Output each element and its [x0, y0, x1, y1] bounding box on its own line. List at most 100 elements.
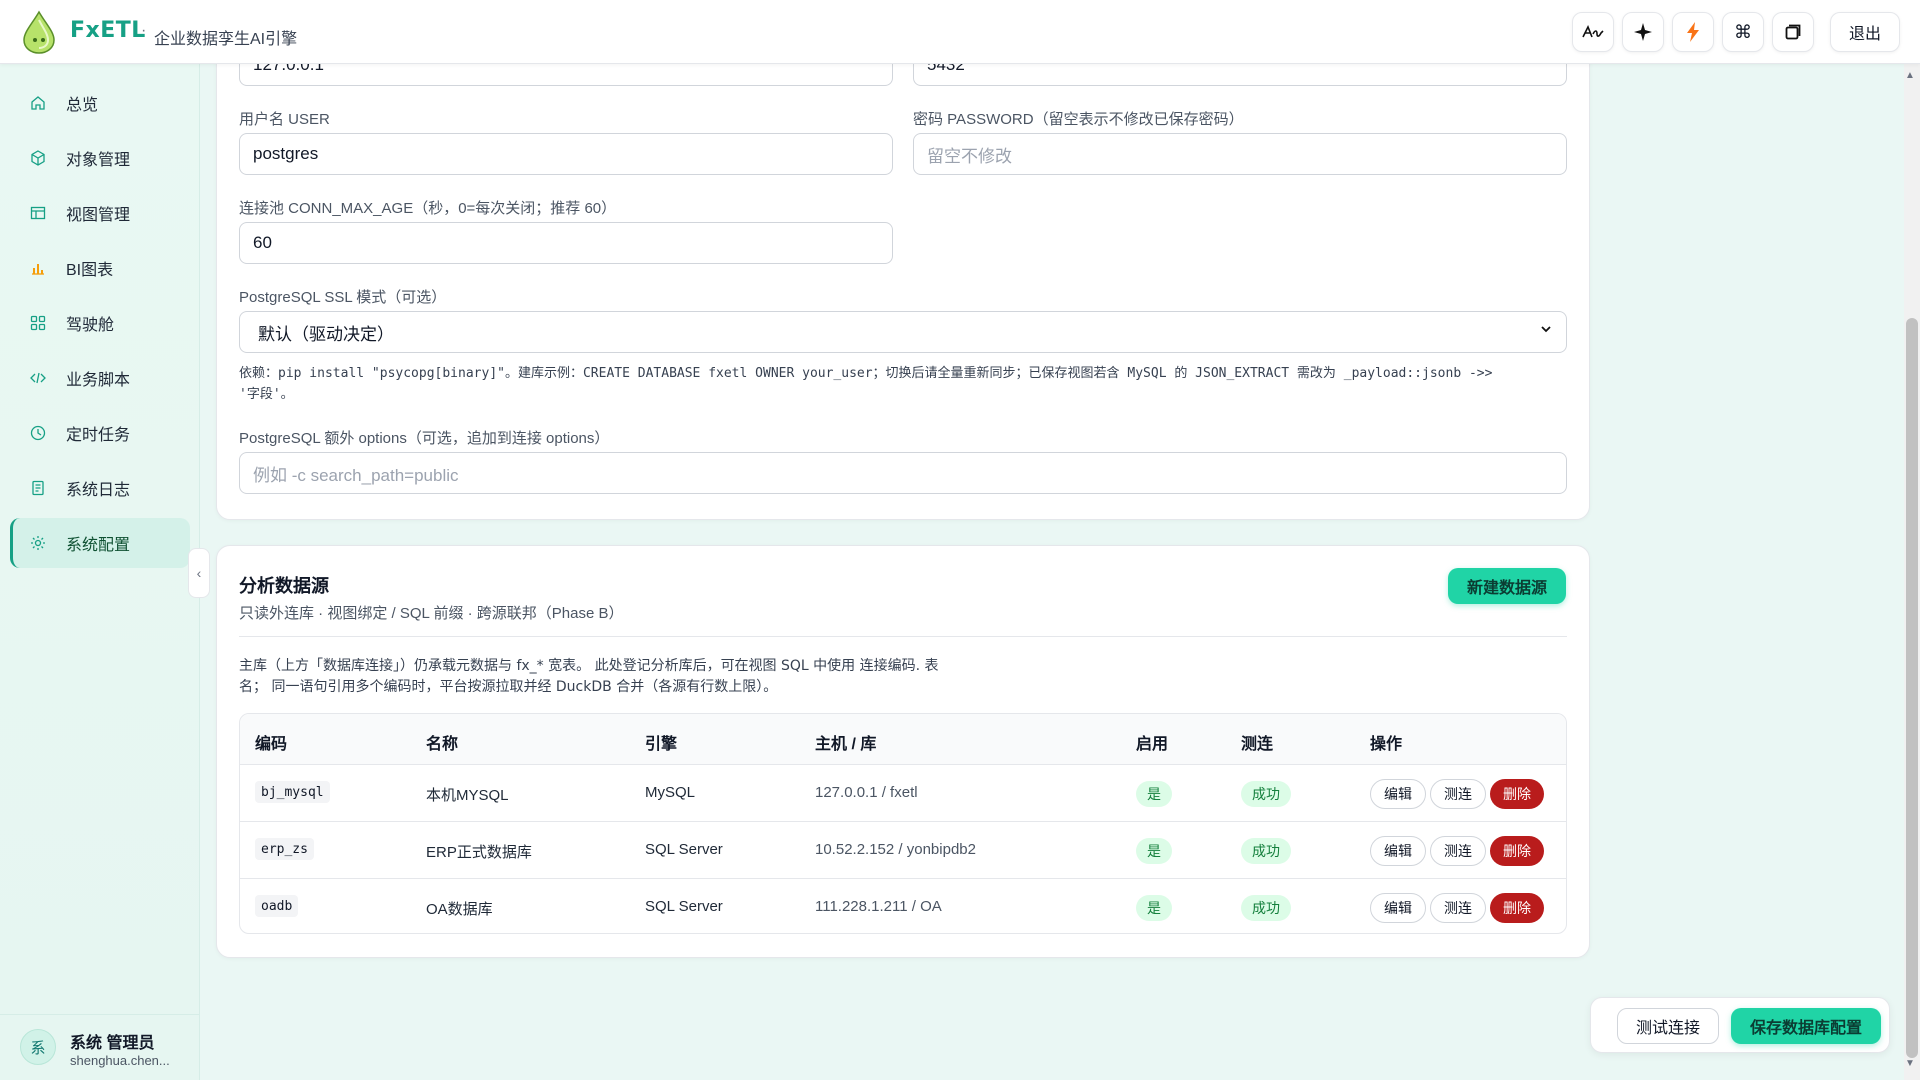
desc-line-1: 主库（上方「数据库连接」）仍承载元数据与 fx_* 宽表。 此处登记分析库后，可… [239, 658, 939, 674]
options-label: PostgreSQL 额外 options（可选，追加到连接 options） [239, 430, 610, 447]
logout-button[interactable]: 退出 [1830, 12, 1900, 52]
sidebar-item-label: 视图管理 [66, 207, 131, 224]
scroll-up-arrow-icon[interactable]: ▲ [1905, 70, 1915, 81]
password-label: 密码 PASSWORD（留空表示不修改已保存密码） [913, 111, 1244, 128]
sidebar-item-objects[interactable]: 对象管理 [10, 133, 190, 183]
ssl-mode-value: 默认（驱动决定） [258, 324, 394, 344]
sidebar-item-label: 对象管理 [66, 152, 131, 169]
test-connection-footer-button[interactable]: 测试连接 [1617, 1008, 1719, 1044]
test-status-badge: 成功 [1241, 895, 1291, 921]
row-code: erp_zs [255, 838, 314, 860]
sidebar-item-system-log[interactable]: 系统日志 [10, 463, 190, 513]
row-code: bj_mysql [255, 781, 330, 803]
test-connection-button[interactable]: 测连 [1430, 779, 1486, 809]
clock-icon [28, 423, 48, 443]
sidebar-item-label: 系统配置 [66, 537, 131, 554]
sidebar-item-scheduled-tasks[interactable]: 定时任务 [10, 408, 190, 458]
sidebar-item-label: 业务脚本 [66, 372, 131, 389]
desc-line-2: 名； 同一语句引用多个编码时，平台按源拉取并经 DuckDB 合并（各源有行数上… [239, 679, 778, 695]
home-icon [28, 93, 48, 113]
table-row: oadb OA数据库 SQL Server 111.228.1.211 / OA… [240, 878, 1566, 933]
user-profile[interactable]: 系 系统 管理员 shenghua.chen... [0, 1014, 200, 1080]
row-host: 127.0.0.1 / fxetl [815, 784, 918, 801]
enabled-badge: 是 [1136, 838, 1172, 864]
sidebar-item-overview[interactable]: 总览 [10, 78, 190, 128]
app-logo [23, 10, 55, 54]
edit-button[interactable]: 编辑 [1370, 836, 1426, 866]
edit-button[interactable]: 编辑 [1370, 779, 1426, 809]
cube-icon [28, 148, 48, 168]
hint-line-1: 依赖：pip install "psycopg[binary]"。建库示例：CR… [239, 366, 1493, 381]
sidebar-item-label: 定时任务 [66, 427, 131, 444]
options-input[interactable]: 例如 -c search_path=public [239, 452, 1567, 494]
window-icon[interactable] [1772, 12, 1814, 52]
code-icon [28, 368, 48, 388]
brand-separator: · [141, 22, 147, 39]
save-db-config-button[interactable]: 保存数据库配置 [1731, 1008, 1881, 1044]
datasources-subtitle: 只读外连库 · 视图绑定 / SQL 前缀 · 跨源联邦（Phase B） [239, 605, 624, 622]
log-icon [28, 478, 48, 498]
user-name: 系统 管理员 [70, 1035, 155, 1052]
gear-icon [28, 533, 48, 553]
scrollbar-thumb[interactable] [1906, 318, 1918, 1058]
footer-action-bar: 测试连接 保存数据库配置 [1590, 997, 1890, 1053]
enabled-badge: 是 [1136, 781, 1172, 807]
col-enabled: 启用 [1136, 736, 1169, 753]
edit-button[interactable]: 编辑 [1370, 893, 1426, 923]
password-input[interactable]: 留空不修改 [913, 133, 1567, 175]
col-engine: 引擎 [645, 736, 678, 753]
bar-chart-icon [28, 258, 48, 278]
sidebar-item-views[interactable]: 视图管理 [10, 188, 190, 238]
row-name: 本机MYSQL [426, 787, 509, 804]
collapse-sidebar-icon[interactable]: ‹ [188, 548, 210, 598]
section-divider [239, 636, 1567, 637]
delete-button[interactable]: 删除 [1490, 779, 1544, 809]
sidebar-item-label: BI图表 [66, 262, 114, 279]
command-icon[interactable]: ⌘ [1722, 12, 1764, 52]
chevron-down-icon [1540, 323, 1552, 338]
row-code: oadb [255, 895, 299, 917]
hint-line-2: '字段'。 [239, 387, 294, 402]
sidebar-item-system-config[interactable]: 系统配置 [10, 518, 190, 568]
test-connection-button[interactable]: 测连 [1430, 893, 1486, 923]
col-host: 主机 / 库 [815, 736, 877, 753]
scroll-down-arrow-icon[interactable]: ▼ [1905, 1058, 1915, 1069]
user-label: 用户名 USER [239, 111, 330, 128]
top-header: FxETL · 企业数据孪生AI引擎 ⌘ 退出 [0, 0, 1920, 64]
conn-max-age-label: 连接池 CONN_MAX_AGE（秒，0=每次关闭；推荐 60） [239, 200, 617, 217]
table-row: erp_zs ERP正式数据库 SQL Server 10.52.2.152 /… [240, 821, 1566, 878]
col-actions: 操作 [1370, 736, 1403, 753]
sidebar-item-scripts[interactable]: 业务脚本 [10, 353, 190, 403]
col-name: 名称 [426, 736, 459, 753]
col-code: 编码 [255, 736, 288, 753]
row-host: 111.228.1.211 / OA [815, 898, 942, 915]
brand-name: FxETL [70, 18, 146, 43]
sidebar-item-bi-charts[interactable]: BI图表 [10, 243, 190, 293]
dependency-hint: 依赖：pip install "psycopg[binary]"。建库示例：CR… [239, 363, 1569, 405]
delete-button[interactable]: 删除 [1490, 836, 1544, 866]
bolt-icon[interactable] [1672, 12, 1714, 52]
row-host: 10.52.2.152 / yonbipdb2 [815, 841, 976, 858]
test-status-badge: 成功 [1241, 781, 1291, 807]
datasources-description: 主库（上方「数据库连接」）仍承载元数据与 fx_* 宽表。 此处登记分析库后，可… [239, 656, 1039, 698]
sidebar-item-label: 系统日志 [66, 482, 131, 499]
table-row: bj_mysql 本机MYSQL MySQL 127.0.0.1 / fxetl… [240, 764, 1566, 821]
col-test: 测连 [1241, 736, 1274, 753]
test-connection-button[interactable]: 测连 [1430, 836, 1486, 866]
signature-icon[interactable] [1572, 12, 1614, 52]
sidebar-item-cockpit[interactable]: 驾驶舱 [10, 298, 190, 348]
datasources-title: 分析数据源 [239, 576, 329, 596]
brand-subtitle: 企业数据孪生AI引擎 [154, 31, 298, 48]
sidebar-item-label: 总览 [66, 97, 99, 114]
sparkle-icon[interactable] [1622, 12, 1664, 52]
user-input[interactable]: postgres [239, 133, 893, 175]
datasources-table: 编码 名称 引擎 主机 / 库 启用 测连 操作 bj_mysql 本机MYSQ… [239, 713, 1567, 934]
ssl-mode-select[interactable]: 默认（驱动决定） [239, 311, 1567, 353]
delete-button[interactable]: 删除 [1490, 893, 1544, 923]
ssl-mode-label: PostgreSQL SSL 模式（可选） [239, 289, 447, 306]
conn-max-age-input[interactable]: 60 [239, 222, 893, 264]
new-datasource-button[interactable]: 新建数据源 [1448, 568, 1566, 604]
sidebar-item-label: 驾驶舱 [66, 317, 115, 334]
sidebar: 总览 对象管理 视图管理 BI图表 驾驶舱 业务脚本 定时任务 系统日志 系统配… [0, 64, 200, 1080]
row-name: OA数据库 [426, 901, 493, 918]
